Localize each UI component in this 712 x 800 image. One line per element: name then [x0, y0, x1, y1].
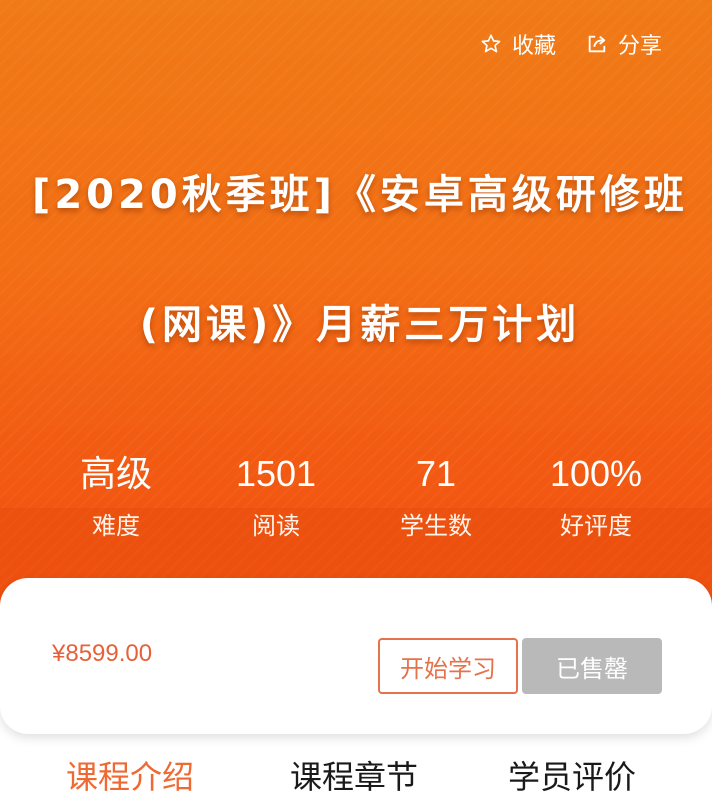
sold-out-button[interactable]: 已售罄 — [522, 638, 662, 694]
course-tabs: 课程介绍 课程章节 学员评价 — [0, 752, 712, 800]
course-stats: 高级 难度 1501 阅读 71 学生数 100% 好评度 — [0, 450, 712, 542]
tab-course-chapters[interactable]: 课程章节 — [290, 752, 418, 798]
tab-student-reviews[interactable]: 学员评价 — [508, 752, 636, 798]
course-price: ¥8599.00 — [52, 640, 153, 667]
stat-students: 71 学生数 — [356, 450, 516, 542]
start-learning-button[interactable]: 开始学习 — [378, 638, 518, 694]
stat-difficulty: 高级 难度 — [36, 450, 196, 542]
stat-label: 阅读 — [252, 512, 300, 540]
favorite-button[interactable]: 收藏 — [480, 28, 556, 60]
favorite-label: 收藏 — [511, 34, 556, 59]
course-hero-banner: 收藏 分享 [2020秋季班]《安卓高级研修班(网课)》月薪三万计划 高级 难度 — [0, 0, 712, 610]
share-button[interactable]: 分享 — [586, 28, 662, 60]
stat-value: 71 — [415, 453, 457, 494]
course-detail-page: 收藏 分享 [2020秋季班]《安卓高级研修班(网课)》月薪三万计划 高级 难度 — [0, 0, 712, 800]
stat-label: 好评度 — [560, 512, 632, 540]
purchase-card: ¥8599.00 开始学习 已售罄 — [0, 578, 712, 734]
stat-label: 难度 — [92, 512, 140, 540]
stat-label: 学生数 — [400, 512, 472, 540]
course-title: [2020秋季班]《安卓高级研修班(网课)》月薪三万计划 — [32, 172, 688, 348]
star-outline-icon — [480, 33, 502, 55]
stat-rating: 100% 好评度 — [516, 450, 676, 542]
share-icon — [586, 33, 608, 55]
header-actions: 收藏 分享 — [480, 28, 662, 60]
stat-value: 100% — [549, 453, 643, 494]
tab-course-intro[interactable]: 课程介绍 — [66, 752, 194, 798]
share-label: 分享 — [617, 34, 662, 59]
stat-reads: 1501 阅读 — [196, 450, 356, 542]
stat-value: 1501 — [235, 453, 317, 494]
stat-value: 高级 — [79, 453, 152, 494]
